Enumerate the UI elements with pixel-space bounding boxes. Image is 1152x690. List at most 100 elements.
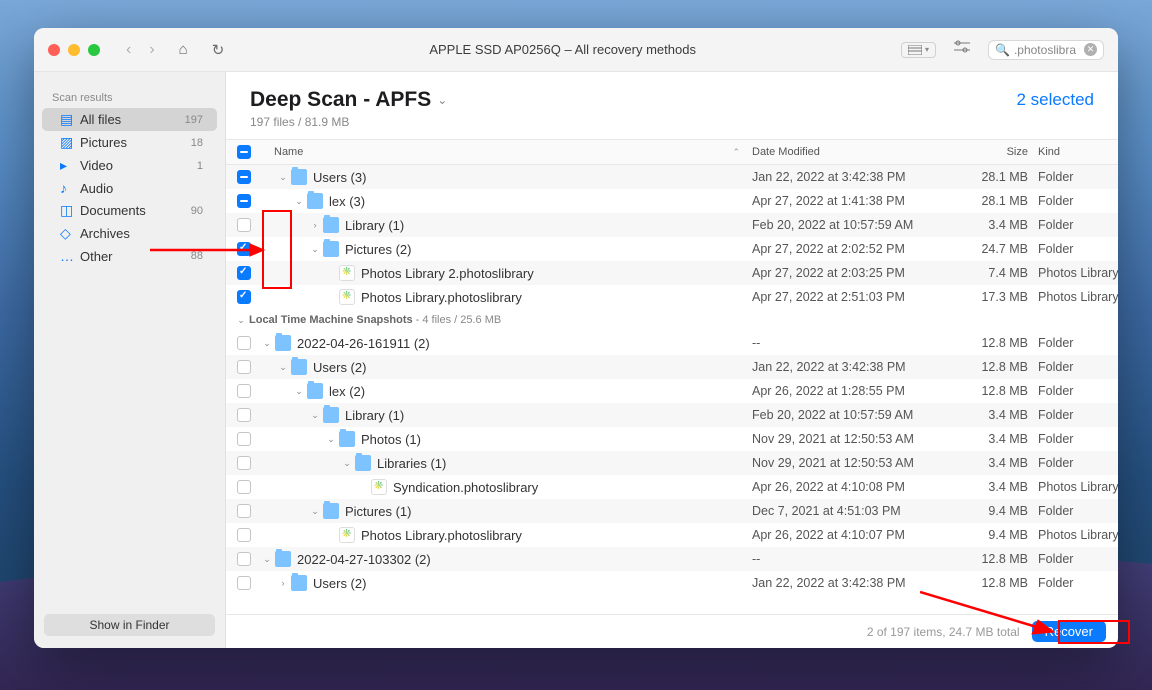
- search-input[interactable]: 🔍 .photoslibra ✕: [988, 40, 1104, 60]
- row-checkbox[interactable]: [237, 336, 251, 350]
- sidebar-item-count: 88: [191, 250, 203, 262]
- file-size: 3.4 MB: [954, 432, 1032, 446]
- disclosure-closed-icon[interactable]: ›: [278, 578, 288, 588]
- disclosure-closed-icon[interactable]: ›: [310, 220, 320, 230]
- file-date: Apr 26, 2022 at 4:10:07 PM: [752, 528, 954, 542]
- nav-forward-button[interactable]: ›: [149, 41, 154, 59]
- row-checkbox[interactable]: [237, 504, 251, 518]
- row-checkbox[interactable]: [237, 242, 251, 256]
- select-all-checkbox[interactable]: [237, 145, 251, 159]
- file-name: 2022-04-26-161911 (2): [297, 336, 430, 351]
- sidebar-item-pictures[interactable]: ▨Pictures18: [42, 131, 217, 154]
- col-date[interactable]: Date Modified: [752, 146, 954, 158]
- sidebar-item-archives[interactable]: ◇Archives: [42, 222, 217, 245]
- sidebar-item-video[interactable]: ▸Video1: [42, 154, 217, 177]
- disclosure-open-icon[interactable]: ⌄: [278, 362, 288, 373]
- table-row[interactable]: Syndication.photoslibraryApr 26, 2022 at…: [226, 475, 1118, 499]
- table-row[interactable]: ⌄Pictures (1)Dec 7, 2021 at 4:51:03 PM9.…: [226, 499, 1118, 523]
- disclosure-open-icon[interactable]: ⌄: [294, 386, 304, 397]
- title-dropdown-icon[interactable]: ⌄: [437, 93, 447, 107]
- recover-button[interactable]: Recover: [1032, 621, 1106, 642]
- file-kind: Folder: [1032, 504, 1118, 518]
- recent-icon[interactable]: ↻: [212, 41, 225, 59]
- file-size: 3.4 MB: [954, 480, 1032, 494]
- footer: 2 of 197 items, 24.7 MB total Recover: [226, 614, 1118, 648]
- disclosure-open-icon[interactable]: ⌄: [294, 196, 304, 207]
- section-header-snapshots[interactable]: ⌄Local Time Machine Snapshots- 4 files /…: [226, 309, 1118, 331]
- row-checkbox[interactable]: [237, 266, 251, 280]
- col-name[interactable]: Name ⌃: [262, 146, 752, 158]
- row-checkbox[interactable]: [237, 456, 251, 470]
- row-checkbox[interactable]: [237, 194, 251, 208]
- view-mode-button[interactable]: ▾: [901, 42, 936, 58]
- row-checkbox[interactable]: [237, 384, 251, 398]
- sidebar-item-label: Pictures: [80, 135, 127, 150]
- row-checkbox[interactable]: [237, 290, 251, 304]
- nav-back-button[interactable]: ‹: [126, 41, 131, 59]
- folder-icon: [307, 383, 323, 399]
- search-icon: 🔍: [995, 43, 1010, 57]
- show-in-finder-button[interactable]: Show in Finder: [44, 614, 215, 636]
- table-row[interactable]: ⌄lex (3)Apr 27, 2022 at 1:41:38 PM28.1 M…: [226, 189, 1118, 213]
- row-checkbox[interactable]: [237, 480, 251, 494]
- disclosure-open-icon[interactable]: ⌄: [342, 458, 352, 469]
- col-size[interactable]: Size: [954, 146, 1032, 158]
- sidebar-item-other[interactable]: …Other88: [42, 245, 217, 267]
- col-kind[interactable]: Kind: [1032, 146, 1118, 158]
- table-row[interactable]: ⌄lex (2)Apr 26, 2022 at 1:28:55 PM12.8 M…: [226, 379, 1118, 403]
- file-list[interactable]: ⌄Users (3)Jan 22, 2022 at 3:42:38 PM28.1…: [226, 165, 1118, 614]
- file-size: 3.4 MB: [954, 456, 1032, 470]
- zoom-window-button[interactable]: [88, 44, 100, 56]
- close-window-button[interactable]: [48, 44, 60, 56]
- settings-icon[interactable]: [954, 40, 970, 59]
- minimize-window-button[interactable]: [68, 44, 80, 56]
- sidebar-item-documents[interactable]: ◫Documents90: [42, 199, 217, 222]
- row-checkbox[interactable]: [237, 528, 251, 542]
- table-row[interactable]: ⌄2022-04-27-103302 (2)--12.8 MBFolder: [226, 547, 1118, 571]
- disclosure-open-icon[interactable]: ⌄: [310, 410, 320, 421]
- file-date: Jan 22, 2022 at 3:42:38 PM: [752, 170, 954, 184]
- row-checkbox[interactable]: [237, 408, 251, 422]
- sidebar-item-label: Documents: [80, 203, 146, 218]
- sidebar-header: Scan results: [34, 86, 225, 108]
- file-kind: Folder: [1032, 360, 1118, 374]
- folder-icon: [323, 503, 339, 519]
- disclosure-open-icon[interactable]: ⌄: [262, 338, 272, 349]
- table-row[interactable]: ⌄Pictures (2)Apr 27, 2022 at 2:02:52 PM2…: [226, 237, 1118, 261]
- row-checkbox[interactable]: [237, 552, 251, 566]
- table-row[interactable]: ⌄Users (2)Jan 22, 2022 at 3:42:38 PM12.8…: [226, 355, 1118, 379]
- row-checkbox[interactable]: [237, 170, 251, 184]
- folder-icon: [355, 455, 371, 471]
- table-row[interactable]: ⌄2022-04-26-161911 (2)--12.8 MBFolder: [226, 331, 1118, 355]
- table-row[interactable]: ⌄Libraries (1)Nov 29, 2021 at 12:50:53 A…: [226, 451, 1118, 475]
- disclosure-open-icon[interactable]: ⌄: [310, 244, 320, 255]
- sidebar-item-all-files[interactable]: ▤All files197: [42, 108, 217, 131]
- table-row[interactable]: Photos Library 2.photoslibraryApr 27, 20…: [226, 261, 1118, 285]
- row-checkbox[interactable]: [237, 576, 251, 590]
- table-row[interactable]: ⌄Photos (1)Nov 29, 2021 at 12:50:53 AM3.…: [226, 427, 1118, 451]
- row-checkbox[interactable]: [237, 218, 251, 232]
- table-row[interactable]: ›Library (1)Feb 20, 2022 at 10:57:59 AM3…: [226, 213, 1118, 237]
- disclosure-open-icon[interactable]: ⌄: [326, 434, 336, 445]
- file-date: Jan 22, 2022 at 3:42:38 PM: [752, 576, 954, 590]
- sidebar-item-audio[interactable]: ♪Audio: [42, 177, 217, 199]
- table-row[interactable]: ›Users (2)Jan 22, 2022 at 3:42:38 PM12.8…: [226, 571, 1118, 595]
- home-icon[interactable]: ⌂: [179, 41, 188, 58]
- file-kind: Photos Library: [1032, 480, 1118, 494]
- file-date: Apr 27, 2022 at 1:41:38 PM: [752, 194, 954, 208]
- disclosure-open-icon[interactable]: ⌄: [262, 554, 272, 565]
- row-checkbox[interactable]: [237, 360, 251, 374]
- row-checkbox[interactable]: [237, 432, 251, 446]
- disclosure-open-icon[interactable]: ⌄: [236, 315, 246, 326]
- disclosure-open-icon[interactable]: ⌄: [310, 506, 320, 517]
- table-row[interactable]: Photos Library.photoslibraryApr 27, 2022…: [226, 285, 1118, 309]
- table-row[interactable]: ⌄Library (1)Feb 20, 2022 at 10:57:59 AM3…: [226, 403, 1118, 427]
- clear-search-button[interactable]: ✕: [1084, 43, 1097, 56]
- file-kind: Folder: [1032, 242, 1118, 256]
- table-row[interactable]: Photos Library.photoslibraryApr 26, 2022…: [226, 523, 1118, 547]
- folder-icon: [339, 431, 355, 447]
- selected-count[interactable]: 2 selected: [1017, 90, 1095, 110]
- sidebar-item-count: 1: [197, 160, 203, 172]
- table-row[interactable]: ⌄Users (3)Jan 22, 2022 at 3:42:38 PM28.1…: [226, 165, 1118, 189]
- disclosure-open-icon[interactable]: ⌄: [278, 172, 288, 183]
